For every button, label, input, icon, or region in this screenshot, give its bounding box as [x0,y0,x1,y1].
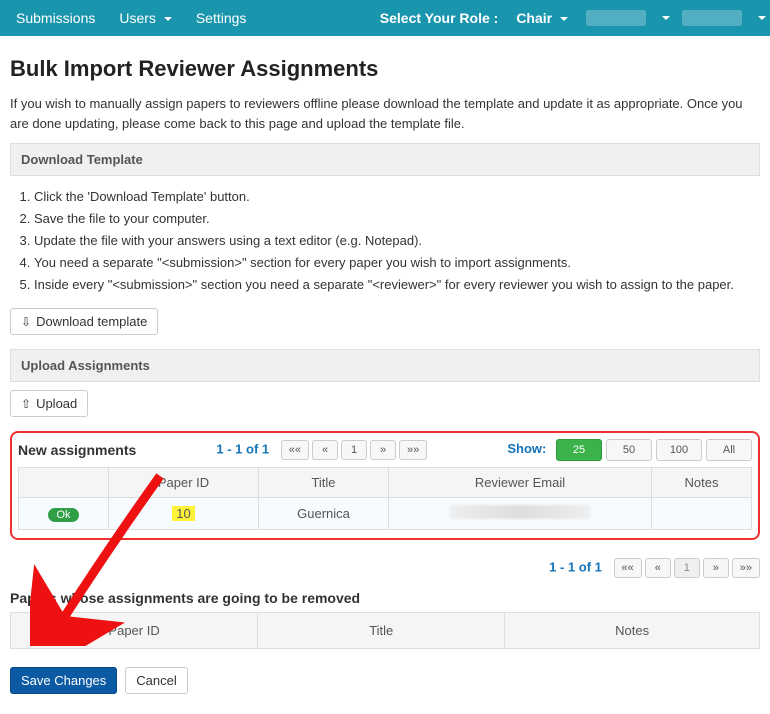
download-steps: Click the 'Download Template' button. Sa… [10,186,760,296]
nav-label: Submissions [16,10,95,26]
cell-paper-id: 10 [109,498,259,530]
show-controls: Show: 25 50 100 All [507,439,752,461]
nav-right: Select Your Role : Chair [374,2,766,34]
upload-panel-heading: Upload Assignments [10,349,760,382]
pager-prev[interactable]: « [312,440,338,460]
download-template-button[interactable]: Download template [10,308,158,335]
caret-icon [164,17,172,21]
new-assignments-panel: New assignments 1 - 1 of 1 «« « 1 » »» S… [10,431,760,540]
step-item: Update the file with your answers using … [34,230,760,252]
show-option-25[interactable]: 25 [556,439,602,461]
col-status [19,468,109,498]
col-paper-id: Paper ID [109,468,259,498]
new-assignments-heading: New assignments [18,442,136,458]
caret-icon [560,17,568,21]
step-item: Save the file to your computer. [34,208,760,230]
navbar: Submissions Users Settings Select Your R… [0,0,770,36]
show-option-100[interactable]: 100 [656,439,702,461]
cell-title: Guernica [259,498,389,530]
upload-button[interactable]: Upload [10,390,88,417]
pager-page[interactable]: 1 [341,440,367,460]
cell-reviewer-email [389,498,652,530]
button-label: Upload [36,396,77,411]
user-menu-1[interactable] [586,10,646,26]
pager-first[interactable]: «« [281,440,309,460]
page-info: 1 - 1 of 1 [216,442,269,457]
nav-submissions[interactable]: Submissions [4,2,107,34]
show-option-all[interactable]: All [706,439,752,461]
cell-notes [652,498,752,530]
status-ok-badge: Ok [48,508,78,522]
paging-center: 1 - 1 of 1 «« « 1 » »» [136,440,507,460]
download-panel-heading: Download Template [10,143,760,176]
pager-prev[interactable]: « [645,558,671,578]
page-info-bottom: 1 - 1 of 1 [549,560,602,575]
button-label: Download template [36,314,147,329]
user-menu-2[interactable] [682,10,742,26]
caret-icon [662,16,670,20]
pager-page[interactable]: 1 [674,558,700,578]
cell-status: Ok [19,498,109,530]
nav-label: Settings [196,10,247,26]
pager-last[interactable]: »» [399,440,427,460]
role-select[interactable]: Chair [510,2,574,34]
col-notes: Notes [652,468,752,498]
bottom-pager-row: 1 - 1 of 1 «« « 1 » »» [10,558,760,578]
action-row: Save Changes Cancel [10,667,760,694]
paper-id-highlight: 10 [172,506,194,521]
new-assignments-table: Paper ID Title Reviewer Email Notes Ok 1… [18,467,752,530]
step-item: Click the 'Download Template' button. [34,186,760,208]
download-icon [21,314,31,329]
pager-next[interactable]: » [703,558,729,578]
redacted-email [450,505,590,519]
save-changes-button[interactable]: Save Changes [10,667,117,694]
col-paper-id: Paper ID [11,613,258,649]
table-row: Ok 10 Guernica [19,498,752,530]
col-reviewer-email: Reviewer Email [389,468,652,498]
col-title: Title [259,468,389,498]
pager-first[interactable]: «« [614,558,642,578]
nav-settings[interactable]: Settings [184,2,259,34]
remove-section-heading: Papers whose assignments are going to be… [10,590,760,606]
col-notes: Notes [505,613,760,649]
pager-next[interactable]: » [370,440,396,460]
step-item: Inside every "<submission>" section you … [34,274,760,296]
show-label: Show: [507,441,546,456]
cancel-button[interactable]: Cancel [125,667,187,694]
pager-last[interactable]: »» [732,558,760,578]
role-value: Chair [516,10,552,26]
pager-bottom: «« « 1 » »» [614,558,761,578]
nav-users[interactable]: Users [107,2,183,34]
nav-label: Users [119,10,156,26]
page-body: Bulk Import Reviewer Assignments If you … [0,36,770,714]
page-title: Bulk Import Reviewer Assignments [10,56,760,82]
caret-icon [758,16,766,20]
pager-top: «« « 1 » »» [281,440,428,460]
nav-left: Submissions Users Settings [4,2,258,34]
step-item: You need a separate "<submission>" secti… [34,252,760,274]
upload-icon [21,396,31,411]
page-intro: If you wish to manually assign papers to… [10,94,760,133]
role-label: Select Your Role : [374,2,505,34]
show-option-50[interactable]: 50 [606,439,652,461]
remove-table: Paper ID Title Notes [10,612,760,649]
col-title: Title [258,613,505,649]
